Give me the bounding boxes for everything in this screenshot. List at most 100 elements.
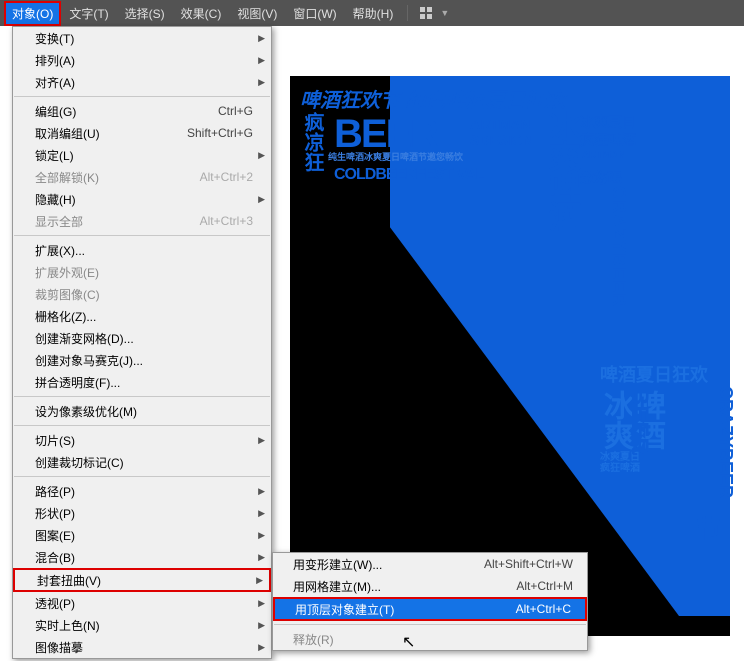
menu-item[interactable]: 对齐(A): [13, 71, 271, 93]
art-text: BEER: [625, 388, 653, 455]
menu-item[interactable]: 设为像素级优化(M): [13, 400, 271, 422]
menu-separator: [14, 476, 270, 477]
menu-object[interactable]: 对象(O): [4, 1, 61, 26]
menu-item: 扩展外观(E): [13, 261, 271, 283]
menu-item-label: 取消编组(U): [35, 125, 100, 142]
menu-item-label: 拼合透明度(F)...: [35, 374, 120, 391]
menu-item[interactable]: 形状(P): [13, 502, 271, 524]
menu-help[interactable]: 帮助(H): [345, 1, 402, 26]
menu-item-label: 实时上色(N): [35, 617, 100, 634]
menu-item-label: 创建裁切标记(C): [35, 454, 124, 471]
envelope-distort-submenu: 用变形建立(W)... Alt+Shift+Ctrl+W 用网格建立(M)... Al…: [272, 552, 588, 651]
menu-item-label: 设为像素级优化(M): [35, 403, 137, 420]
menu-item-label: 扩展(X)...: [35, 242, 85, 259]
menu-shortcut: Alt+Shift+Ctrl+W: [484, 557, 573, 571]
menubar-separator: [407, 5, 408, 21]
menu-view[interactable]: 视图(V): [229, 1, 285, 26]
menu-item[interactable]: 创建裁切标记(C): [13, 451, 271, 473]
chevron-down-icon: ▼: [440, 8, 449, 18]
menu-item[interactable]: 创建对象马赛克(J)...: [13, 349, 271, 371]
menu-item-label: 扩展外观(E): [35, 264, 99, 281]
submenu-item-label: 用顶层对象建立(T): [295, 601, 394, 618]
object-menu-dropdown: 变换(T) 排列(A) 对齐(A) 编组(G) Ctrl+G 取消编组(U)Shift+C…: [12, 26, 272, 659]
menubar: 对象(O) 文字(T) 选择(S) 效果(C) 视图(V) 窗口(W) 帮助(H…: [0, 0, 744, 26]
menu-item-label: 栅格化(Z)...: [35, 308, 96, 325]
menu-item-label: 创建渐变网格(D)...: [35, 330, 134, 347]
menu-item-label: 透视(P): [35, 595, 75, 612]
submenu-item: 释放(R): [273, 628, 587, 650]
menu-shortcut: Alt+Ctrl+C: [516, 602, 571, 616]
art-text: 冰爽夏日: [580, 112, 636, 132]
menu-type[interactable]: 文字(T): [61, 1, 116, 26]
menu-separator: [14, 425, 270, 426]
menu-item[interactable]: 混合(B): [13, 546, 271, 568]
art-text: 纯生啤酒冰爽夏日啤酒节邀您畅饮: [328, 150, 463, 163]
menu-item-label: 裁剪图像(C): [35, 286, 100, 303]
arrange-documents-icon[interactable]: [414, 4, 438, 22]
menu-item[interactable]: 隐藏(H): [13, 188, 271, 210]
menu-shortcut: Alt+Ctrl+M: [516, 579, 573, 593]
menu-item-label: 形状(P): [35, 505, 75, 522]
menu-item-label: 隐藏(H): [35, 191, 76, 208]
art-text: 啤酒狂欢节 纯色啤酒夏日狂欢: [300, 84, 566, 113]
art-text: ARTMAN: [582, 150, 625, 161]
art-text: CRAZYBEER: [608, 186, 629, 307]
menu-item-label: 封套扭曲(V): [37, 572, 101, 589]
menu-item-label: 混合(B): [35, 549, 75, 566]
menu-item[interactable]: 路径(P): [13, 480, 271, 502]
menu-item-label: 切片(S): [35, 432, 75, 449]
menu-item[interactable]: 变换(T): [13, 27, 271, 49]
menu-item[interactable]: 透视(P): [13, 592, 271, 614]
menu-shortcut: Alt+Ctrl+2: [200, 170, 253, 184]
menu-item[interactable]: 拼合透明度(F)...: [13, 371, 271, 393]
menu-item[interactable]: 图像描摹: [13, 636, 271, 658]
menu-item-label: 锁定(L): [35, 147, 74, 164]
menu-item-label: 编组(G): [35, 103, 76, 120]
submenu-item-label: 用变形建立(W)...: [293, 556, 382, 573]
menu-item-label: 图案(E): [35, 527, 75, 544]
art-text: 邀您喝: [580, 168, 622, 188]
art-text: 节: [688, 516, 723, 540]
art-text: COLDBEERFESTIVAL: [334, 166, 484, 184]
menu-item-label: 全部解锁(K): [35, 169, 99, 186]
menu-item[interactable]: 栅格化(Z)...: [13, 305, 271, 327]
menu-shortcut: Ctrl+G: [218, 104, 253, 118]
menu-effect[interactable]: 效果(C): [173, 1, 230, 26]
menu-separator: [14, 235, 270, 236]
menu-item-label: 排列(A): [35, 52, 75, 69]
menu-item: 显示全部 Alt+Ctrl+3: [13, 210, 271, 232]
menu-item[interactable]: 实时上色(N): [13, 614, 271, 636]
menu-item-label: 对齐(A): [35, 74, 75, 91]
menu-item[interactable]: 扩展(X)...: [13, 239, 271, 261]
menu-item[interactable]: 锁定(L): [13, 144, 271, 166]
menu-item[interactable]: 编组(G) Ctrl+G: [13, 100, 271, 122]
submenu-item-label: 用网格建立(M)...: [293, 578, 381, 595]
menu-separator: [14, 96, 270, 97]
art-text: ARTMAN: [470, 116, 531, 132]
menu-separator: [14, 396, 270, 397]
submenu-item[interactable]: 用顶层对象建立(T) Alt+Ctrl+C: [273, 597, 587, 621]
menu-window[interactable]: 窗口(W): [285, 1, 344, 26]
menu-item[interactable]: 封套扭曲(V): [13, 568, 271, 592]
menu-separator: [274, 624, 586, 625]
menu-select[interactable]: 选择(S): [117, 1, 173, 26]
menu-item-label: 图像描摹: [35, 639, 83, 656]
submenu-item-label: 释放(R): [293, 631, 334, 648]
menu-item: 全部解锁(K) Alt+Ctrl+2: [13, 166, 271, 188]
menu-item[interactable]: 排列(A): [13, 49, 271, 71]
menu-shortcut: Alt+Ctrl+3: [200, 214, 253, 228]
menu-item-label: 变换(T): [35, 30, 74, 47]
art-text: 疯凉狂: [298, 112, 327, 172]
menu-item-label: 创建对象马赛克(J)...: [35, 352, 143, 369]
menu-item[interactable]: 取消编组(U)Shift+Ctrl+G: [13, 122, 271, 144]
menu-item-label: 路径(P): [35, 483, 75, 500]
menu-item[interactable]: 切片(S): [13, 429, 271, 451]
menu-item-label: 显示全部: [35, 213, 83, 230]
menu-item[interactable]: 创建渐变网格(D)...: [13, 327, 271, 349]
submenu-item[interactable]: 用网格建立(M)... Alt+Ctrl+M: [273, 575, 587, 597]
art-text: 疯狂啤酒: [580, 130, 636, 150]
menu-item[interactable]: 图案(E): [13, 524, 271, 546]
art-text: CRAZYBEER: [715, 386, 736, 498]
submenu-item[interactable]: 用变形建立(W)... Alt+Shift+Ctrl+W: [273, 553, 587, 575]
menu-item: 裁剪图像(C): [13, 283, 271, 305]
